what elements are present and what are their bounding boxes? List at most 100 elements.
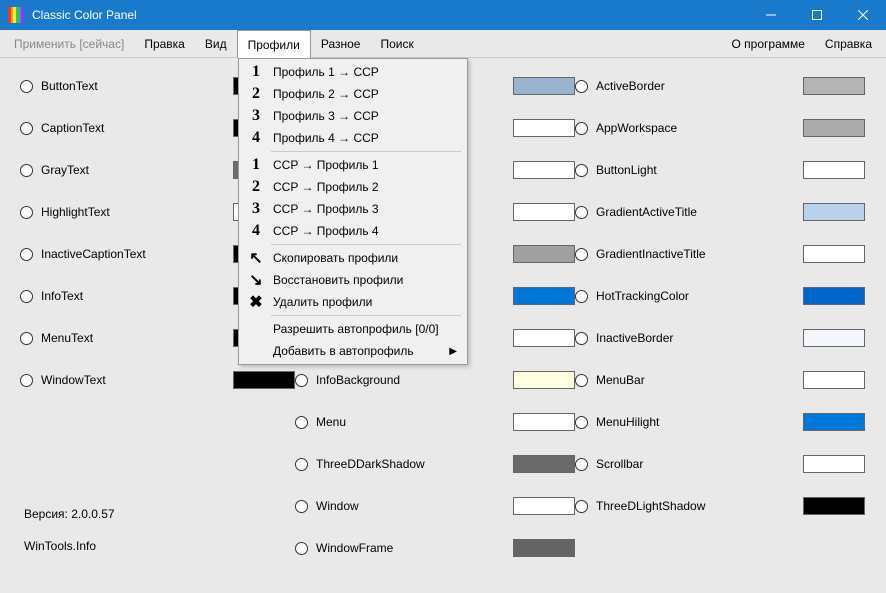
menu-misc[interactable]: Разное bbox=[311, 30, 371, 57]
color-label: InactiveBorder bbox=[596, 331, 795, 345]
menu-apply[interactable]: Применить [сейчас] bbox=[4, 30, 134, 57]
number-1-icon: 1 bbox=[245, 63, 267, 81]
radio-button[interactable] bbox=[295, 374, 308, 387]
dd-ccp-to-profile3[interactable]: 3CCP → Профиль 3 bbox=[241, 198, 465, 220]
color-swatch[interactable] bbox=[513, 203, 575, 221]
color-label: InfoText bbox=[41, 289, 225, 303]
radio-button[interactable] bbox=[575, 206, 588, 219]
wintools-link[interactable]: WinTools.Info bbox=[24, 539, 115, 553]
dd-restore-profiles[interactable]: ↘Восстановить профили bbox=[241, 269, 465, 291]
radio-button[interactable] bbox=[20, 206, 33, 219]
color-swatch[interactable] bbox=[803, 119, 865, 137]
menu-profiles[interactable]: Профили bbox=[237, 30, 311, 58]
number-2-icon: 2 bbox=[245, 178, 267, 196]
radio-button[interactable] bbox=[20, 290, 33, 303]
radio-button[interactable] bbox=[575, 248, 588, 261]
color-row: GradientInactiveTitle bbox=[575, 244, 865, 264]
color-swatch[interactable] bbox=[803, 329, 865, 347]
color-swatch[interactable] bbox=[233, 371, 295, 389]
radio-button[interactable] bbox=[20, 248, 33, 261]
menubar: Применить [сейчас] Правка Вид Профили Ра… bbox=[0, 30, 886, 58]
arrow-down-right-icon: ↘ bbox=[245, 270, 267, 290]
color-swatch[interactable] bbox=[513, 455, 575, 473]
radio-button[interactable] bbox=[295, 542, 308, 555]
radio-button[interactable] bbox=[575, 122, 588, 135]
color-label: Menu bbox=[316, 415, 505, 429]
color-row: ThreeDLightShadow bbox=[575, 496, 865, 516]
color-swatch[interactable] bbox=[803, 245, 865, 263]
color-swatch[interactable] bbox=[803, 455, 865, 473]
dd-allow-autoprofile[interactable]: Разрешить автопрофиль [0/0] bbox=[241, 318, 465, 340]
color-swatch[interactable] bbox=[513, 245, 575, 263]
radio-button[interactable] bbox=[575, 416, 588, 429]
color-label: Window bbox=[316, 499, 505, 513]
radio-button[interactable] bbox=[575, 374, 588, 387]
radio-button[interactable] bbox=[20, 122, 33, 135]
color-label: CaptionText bbox=[41, 121, 225, 135]
dd-copy-profiles[interactable]: ↖Скопировать профили bbox=[241, 247, 465, 269]
dd-profile3-to-ccp[interactable]: 3Профиль 3 → CCP bbox=[241, 105, 465, 127]
dd-ccp-to-profile1[interactable]: 1CCP → Профиль 1 bbox=[241, 154, 465, 176]
dd-delete-profiles[interactable]: ✖Удалить профили bbox=[241, 291, 465, 313]
dd-ccp-to-profile2[interactable]: 2CCP → Профиль 2 bbox=[241, 176, 465, 198]
color-label: ThreeDLightShadow bbox=[596, 499, 795, 513]
color-label: WindowText bbox=[41, 373, 225, 387]
radio-button[interactable] bbox=[295, 416, 308, 429]
color-swatch[interactable] bbox=[513, 119, 575, 137]
dd-add-autoprofile[interactable]: Добавить в автопрофиль▶ bbox=[241, 340, 465, 362]
color-label: ThreeDDarkShadow bbox=[316, 457, 505, 471]
radio-button[interactable] bbox=[575, 164, 588, 177]
radio-button[interactable] bbox=[575, 290, 588, 303]
radio-button[interactable] bbox=[575, 458, 588, 471]
color-label: HighlightText bbox=[41, 205, 225, 219]
radio-button[interactable] bbox=[20, 374, 33, 387]
radio-button[interactable] bbox=[20, 332, 33, 345]
menu-about[interactable]: О программе bbox=[722, 30, 815, 57]
color-swatch[interactable] bbox=[513, 161, 575, 179]
color-swatch[interactable] bbox=[513, 371, 575, 389]
radio-button[interactable] bbox=[575, 500, 588, 513]
color-row: MenuHilight bbox=[575, 412, 865, 432]
color-swatch[interactable] bbox=[513, 539, 575, 557]
radio-button[interactable] bbox=[295, 458, 308, 471]
maximize-button[interactable] bbox=[794, 0, 840, 30]
color-swatch[interactable] bbox=[803, 161, 865, 179]
color-swatch[interactable] bbox=[803, 77, 865, 95]
dd-profile2-to-ccp[interactable]: 2Профиль 2 → CCP bbox=[241, 83, 465, 105]
minimize-button[interactable] bbox=[748, 0, 794, 30]
version-label: Версия: 2.0.0.57 bbox=[24, 507, 115, 521]
color-label: HotTrackingColor bbox=[596, 289, 795, 303]
radio-button[interactable] bbox=[20, 164, 33, 177]
color-row: Window bbox=[295, 496, 575, 516]
radio-button[interactable] bbox=[20, 80, 33, 93]
color-swatch[interactable] bbox=[513, 329, 575, 347]
menu-edit[interactable]: Правка bbox=[134, 30, 195, 57]
number-1-icon: 1 bbox=[245, 156, 267, 174]
color-label: ButtonText bbox=[41, 79, 225, 93]
radio-button[interactable] bbox=[575, 80, 588, 93]
color-swatch[interactable] bbox=[803, 287, 865, 305]
color-swatch[interactable] bbox=[803, 413, 865, 431]
color-swatch[interactable] bbox=[513, 77, 575, 95]
menu-view[interactable]: Вид bbox=[195, 30, 237, 57]
color-swatch[interactable] bbox=[513, 413, 575, 431]
color-swatch[interactable] bbox=[803, 497, 865, 515]
color-label: Scrollbar bbox=[596, 457, 795, 471]
radio-button[interactable] bbox=[295, 500, 308, 513]
arrow-up-left-icon: ↖ bbox=[245, 248, 267, 268]
radio-button[interactable] bbox=[575, 332, 588, 345]
number-4-icon: 4 bbox=[245, 222, 267, 240]
color-swatch[interactable] bbox=[513, 287, 575, 305]
dd-profile4-to-ccp[interactable]: 4Профиль 4 → CCP bbox=[241, 127, 465, 149]
color-swatch[interactable] bbox=[803, 203, 865, 221]
color-label: ActiveBorder bbox=[596, 79, 795, 93]
close-button[interactable] bbox=[840, 0, 886, 30]
color-row: WindowFrame bbox=[295, 538, 575, 558]
color-swatch[interactable] bbox=[803, 371, 865, 389]
submenu-arrow-icon: ▶ bbox=[449, 346, 457, 357]
dd-ccp-to-profile4[interactable]: 4CCP → Профиль 4 bbox=[241, 220, 465, 242]
menu-search[interactable]: Поиск bbox=[370, 30, 423, 57]
color-swatch[interactable] bbox=[513, 497, 575, 515]
dd-profile1-to-ccp[interactable]: 1Профиль 1 → CCP bbox=[241, 61, 465, 83]
menu-help[interactable]: Справка bbox=[815, 30, 882, 57]
